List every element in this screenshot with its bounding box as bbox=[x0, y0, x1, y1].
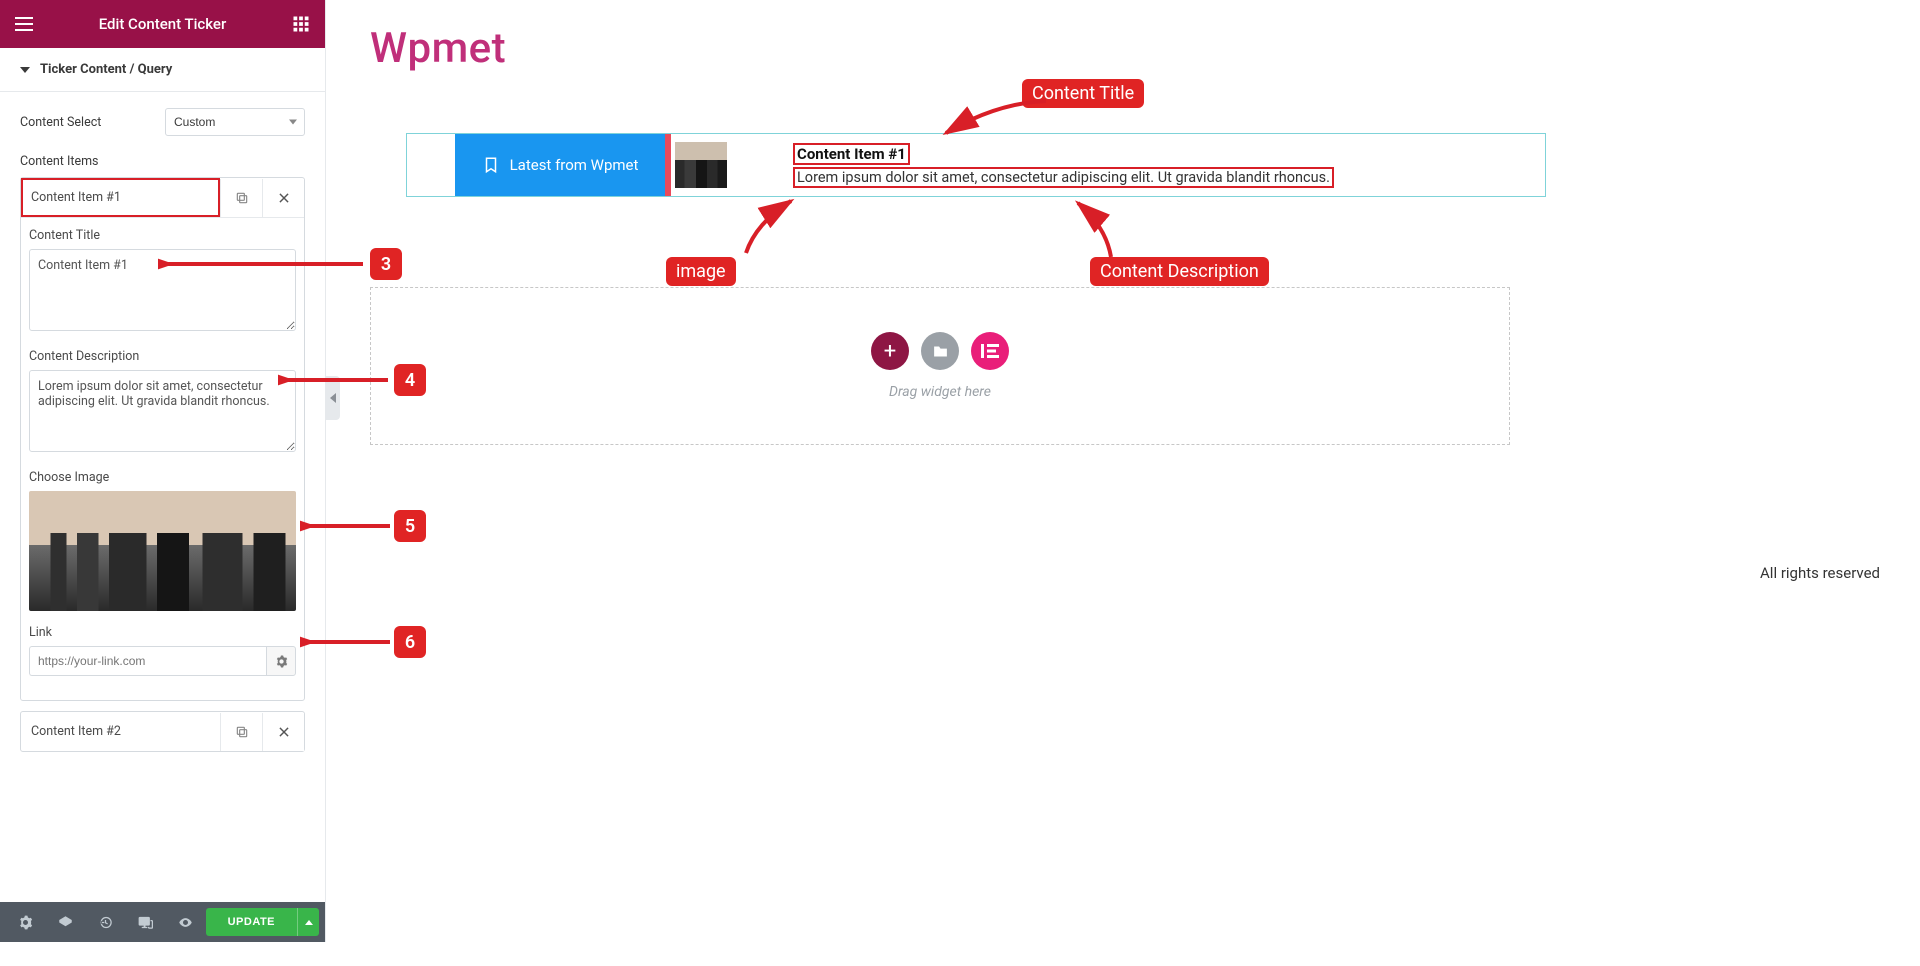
bookmark-icon bbox=[482, 156, 500, 174]
update-options-button[interactable] bbox=[297, 908, 319, 936]
repeater-item: Content Item #2 bbox=[20, 711, 305, 752]
arrow-icon bbox=[158, 254, 368, 274]
elementskit-button[interactable] bbox=[971, 332, 1009, 370]
panel-header: Edit Content Ticker bbox=[0, 0, 325, 48]
history-icon[interactable] bbox=[86, 902, 126, 942]
content-select[interactable]: Custom bbox=[165, 108, 305, 136]
preview-canvas: Wpmet Latest from Wpmet Content Item #1 … bbox=[326, 24, 1920, 966]
ticker-label-text: Latest from Wpmet bbox=[510, 156, 639, 174]
arrow-icon bbox=[736, 193, 806, 263]
navigator-icon[interactable] bbox=[46, 902, 86, 942]
link-options-button[interactable] bbox=[266, 646, 296, 676]
panel-body[interactable]: Ticker Content / Query Content Select Cu… bbox=[0, 48, 325, 902]
arrow-icon bbox=[300, 516, 395, 536]
add-template-button[interactable] bbox=[921, 332, 959, 370]
editor-panel: Edit Content Ticker Ticker Content / Que… bbox=[0, 0, 326, 942]
settings-icon[interactable] bbox=[6, 902, 46, 942]
choose-image-label: Choose Image bbox=[29, 470, 296, 485]
arrow-icon bbox=[278, 370, 393, 390]
site-title: Wpmet bbox=[370, 24, 1920, 73]
repeater-item-title[interactable]: Content Item #2 bbox=[21, 712, 220, 751]
image-picker[interactable] bbox=[29, 491, 296, 611]
section-title-text: Ticker Content / Query bbox=[40, 62, 172, 77]
chevron-down-icon bbox=[20, 67, 30, 73]
arrow-icon bbox=[936, 93, 1056, 143]
content-description-input[interactable] bbox=[29, 370, 296, 452]
preview-icon[interactable] bbox=[166, 902, 206, 942]
annotation-step-3: 3 bbox=[370, 248, 402, 280]
drop-zone[interactable]: + Drag widget here bbox=[370, 287, 1510, 445]
menu-icon[interactable] bbox=[6, 0, 42, 48]
duplicate-button[interactable] bbox=[220, 179, 262, 217]
duplicate-button[interactable] bbox=[220, 713, 262, 751]
content-title-label: Content Title bbox=[29, 228, 296, 243]
annotation-step-5: 5 bbox=[394, 510, 426, 542]
arrow-icon bbox=[300, 632, 395, 652]
content-select-label: Content Select bbox=[20, 115, 101, 130]
ticker-thumbnail bbox=[675, 142, 727, 188]
remove-button[interactable] bbox=[262, 713, 304, 751]
section-controls: Content Select Custom Content Items Cont… bbox=[0, 92, 325, 778]
annotation-step-6: 6 bbox=[394, 626, 426, 658]
ticker-item-description: Lorem ipsum dolor sit amet, consectetur … bbox=[793, 167, 1334, 188]
add-section-button[interactable]: + bbox=[871, 332, 909, 370]
responsive-icon[interactable] bbox=[126, 902, 166, 942]
link-label: Link bbox=[29, 625, 296, 640]
link-input[interactable] bbox=[29, 646, 266, 676]
ticker-label: Latest from Wpmet bbox=[455, 134, 665, 196]
content-description-label: Content Description bbox=[29, 349, 296, 364]
content-items-label: Content Items bbox=[20, 154, 305, 169]
widgets-grid-icon[interactable] bbox=[283, 0, 319, 48]
annotation-image: image bbox=[666, 257, 736, 286]
drop-hint-text: Drag widget here bbox=[889, 384, 991, 400]
update-button[interactable]: UPDATE bbox=[206, 908, 297, 936]
footer-text: All rights reserved bbox=[1760, 564, 1880, 582]
section-toggle[interactable]: Ticker Content / Query bbox=[0, 48, 325, 92]
remove-button[interactable] bbox=[262, 179, 304, 217]
ticker-item-title: Content Item #1 bbox=[793, 143, 910, 165]
annotation-step-4: 4 bbox=[394, 364, 426, 396]
ticker-body: Content Item #1 Lorem ipsum dolor sit am… bbox=[665, 134, 1545, 196]
repeater-item-title[interactable]: Content Item #1 bbox=[21, 178, 220, 217]
panel-title: Edit Content Ticker bbox=[42, 15, 283, 33]
arrow-icon bbox=[1066, 197, 1126, 262]
panel-footer: UPDATE bbox=[0, 902, 325, 942]
